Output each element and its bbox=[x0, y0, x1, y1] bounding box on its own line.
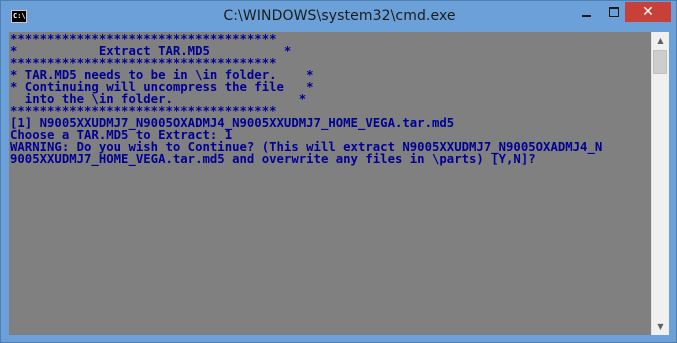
scroll-up-arrow-icon[interactable]: ▲ bbox=[652, 32, 669, 49]
close-button[interactable]: ✕ bbox=[625, 2, 671, 22]
scroll-down-arrow-icon[interactable]: ▼ bbox=[652, 318, 669, 335]
maximize-button[interactable] bbox=[601, 2, 627, 22]
console-text: ************************************ * Ex… bbox=[9, 32, 651, 165]
minimize-button[interactable] bbox=[573, 2, 600, 22]
minimize-icon bbox=[582, 15, 591, 17]
vertical-scrollbar[interactable]: ▲ ▼ bbox=[651, 32, 669, 335]
console-line: 9005XXUDMJ7_HOME_VEGA.tar.md5 and overwr… bbox=[10, 152, 536, 166]
scrollbar-thumb[interactable] bbox=[653, 50, 667, 74]
close-icon: ✕ bbox=[642, 4, 654, 20]
cmd-window: C:\ C:\WINDOWS\system32\cmd.exe ✕ ******… bbox=[0, 0, 677, 343]
maximize-icon bbox=[609, 7, 619, 17]
title-bar[interactable]: C:\ C:\WINDOWS\system32\cmd.exe ✕ bbox=[1, 1, 676, 33]
console-output[interactable]: ************************************ * Ex… bbox=[9, 32, 651, 335]
